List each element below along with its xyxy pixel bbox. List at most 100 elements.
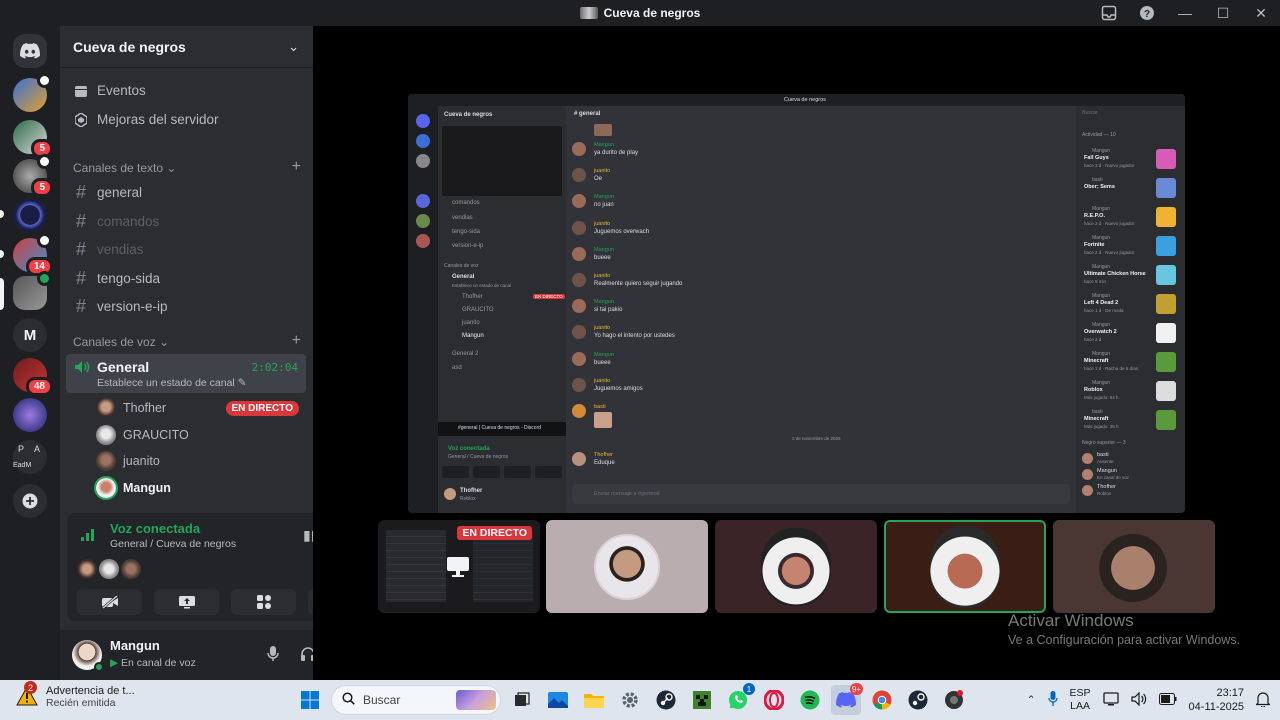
stream-tile-live[interactable]: EN DIRECTO — [378, 520, 540, 613]
speaker-icon — [74, 360, 90, 378]
server-header[interactable]: Cueva de negros ⌄ — [60, 26, 313, 68]
add-server-button[interactable] — [13, 484, 47, 518]
mini-activity-user: Mangun — [1092, 206, 1111, 212]
network-icon[interactable] — [1102, 691, 1119, 709]
user-tile[interactable] — [1053, 520, 1215, 613]
mini-server-icon — [416, 214, 430, 228]
user-tile[interactable] — [715, 520, 877, 613]
maximize-button[interactable]: ☐ — [1204, 0, 1242, 26]
mini-message-author: Mangun — [594, 142, 614, 148]
voice-user-name: GRAUCITO — [123, 428, 189, 442]
avatar[interactable] — [121, 559, 141, 579]
steam-icon[interactable] — [651, 685, 681, 715]
voice-connected-subtitle[interactable]: General / Cueva de negros — [110, 538, 236, 550]
avatar[interactable] — [99, 559, 119, 579]
mini-server-rail — [408, 94, 438, 513]
settings-icon[interactable] — [615, 685, 645, 715]
live-badge: EN DIRECTO — [457, 526, 532, 540]
language-indicator[interactable]: ESP LAA — [1070, 687, 1091, 713]
signal-icon[interactable] — [81, 527, 97, 541]
voice-channels-category[interactable]: Canales de voz ⌄ + — [73, 333, 301, 350]
minecraft-icon[interactable] — [687, 685, 717, 715]
close-button[interactable]: ✕ — [1242, 0, 1280, 26]
chrome-icon[interactable] — [867, 685, 897, 715]
windows-start-icon[interactable] — [295, 685, 325, 715]
photos-app-icon[interactable] — [543, 685, 573, 715]
mini-server-icon — [416, 134, 430, 148]
opera-icon[interactable] — [759, 685, 789, 715]
task-view-icon[interactable] — [507, 685, 537, 715]
minimize-button[interactable]: — — [1166, 0, 1204, 26]
discord-home-icon[interactable] — [13, 34, 47, 68]
mini-voice-sub: General / Cueva de negros — [448, 454, 509, 460]
channel-vendias[interactable]: # vendias — [73, 239, 144, 260]
server-folder[interactable]: P A EadM — [13, 440, 47, 474]
voice-connected-title[interactable]: Voz conectada — [110, 521, 200, 536]
notification-widget[interactable]: 2 Advertencia de t... Recién emitida — [16, 681, 135, 709]
hash-icon: # — [75, 182, 86, 202]
server-icon[interactable] — [13, 73, 52, 112]
channel-tengo-sida[interactable]: # tengo-sida — [73, 268, 160, 289]
server-icon[interactable]: 5 — [13, 154, 53, 197]
screen-share-button[interactable] — [154, 589, 219, 615]
nav-server-boost[interactable]: Mejoras del servidor — [73, 112, 219, 127]
inbox-icon[interactable] — [1090, 0, 1128, 26]
mini-message-author: basti — [594, 404, 606, 410]
whatsapp-icon[interactable]: 1 — [723, 683, 755, 715]
discord-taskbar-icon[interactable]: 9+ — [831, 683, 863, 715]
camera-off-button[interactable] — [77, 589, 142, 615]
voice-channel-general[interactable]: General Establece un estado de canal ✎ 2… — [66, 354, 306, 393]
help-icon[interactable]: ? — [1128, 0, 1166, 26]
mini-avatar — [572, 299, 586, 314]
mini-date-divider: 3 de noviembre de 2025 — [792, 436, 841, 441]
voice-user[interactable]: Thofher — [96, 398, 166, 418]
notifications-bell-icon[interactable] — [1255, 691, 1271, 710]
mini-activity-game: Fortnite — [1084, 242, 1105, 248]
username[interactable]: Mangun — [110, 638, 160, 653]
app-icon[interactable] — [939, 685, 969, 715]
taskbar-apps: Buscar 1 9+ — [295, 683, 969, 716]
channel-version-e-ip[interactable]: # version-e-ip — [73, 296, 168, 317]
activities-button[interactable] — [231, 589, 296, 615]
voice-user[interactable]: GRAUCITO — [96, 425, 189, 445]
taskbar-search[interactable]: Buscar — [331, 685, 501, 715]
channel-general[interactable]: # general — [73, 182, 142, 203]
mini-activity-card: Mangun Ultimate Chicken Horse hace 9 min — [1080, 262, 1176, 289]
avatar[interactable] — [77, 559, 97, 579]
voice-user-name: Mangun — [123, 481, 171, 495]
add-channel-icon[interactable]: + — [292, 333, 301, 349]
focused-stream[interactable]: Cueva de negros Cueva de negros comandos… — [408, 94, 1185, 513]
voice-channel-status[interactable]: Establece un estado de canal ✎ — [97, 377, 247, 389]
volume-icon[interactable] — [1130, 691, 1147, 709]
user-tile-speaking[interactable] — [884, 520, 1046, 613]
server-icon-active[interactable] — [13, 271, 52, 310]
spotify-icon[interactable] — [795, 685, 825, 715]
window-title: Cueva de negros — [603, 6, 701, 20]
clock[interactable]: 23:17 04-11-2025 — [1189, 686, 1244, 714]
microphone-icon[interactable] — [267, 646, 279, 665]
file-explorer-icon[interactable] — [579, 685, 609, 715]
chevron-up-icon[interactable]: ⌃ — [1027, 694, 1036, 706]
game-icon — [1156, 323, 1176, 343]
channel-comandos[interactable]: # comandos — [73, 211, 159, 232]
voice-user-speaking[interactable]: Mangun — [96, 478, 171, 498]
add-channel-icon[interactable]: + — [292, 159, 301, 175]
server-icon[interactable] — [13, 398, 47, 432]
voice-user[interactable]: juanito — [96, 451, 160, 471]
chevron-down-icon: ⌄ — [166, 161, 177, 175]
battery-icon[interactable] — [1158, 692, 1177, 708]
text-channels-category[interactable]: Canales de texto ⌄ + — [73, 159, 301, 176]
steam-icon[interactable] — [903, 685, 933, 715]
server-icon[interactable] — [13, 198, 47, 232]
user-tile[interactable] — [546, 520, 708, 613]
server-icon[interactable]: M — [13, 318, 47, 352]
mini-server-icon — [416, 154, 430, 168]
microphone-icon[interactable] — [1047, 690, 1058, 710]
server-icon[interactable]: 14 — [13, 233, 53, 276]
mini-chat: # general Mangun ya durito de play juanito… — [566, 106, 1076, 513]
server-icon[interactable]: 5 — [13, 120, 53, 158]
server-icon[interactable]: 48 — [13, 358, 53, 396]
mini-button — [504, 466, 531, 478]
nav-events[interactable]: Eventos — [73, 83, 146, 98]
mini-activity-game: Minecraft — [1084, 358, 1109, 364]
